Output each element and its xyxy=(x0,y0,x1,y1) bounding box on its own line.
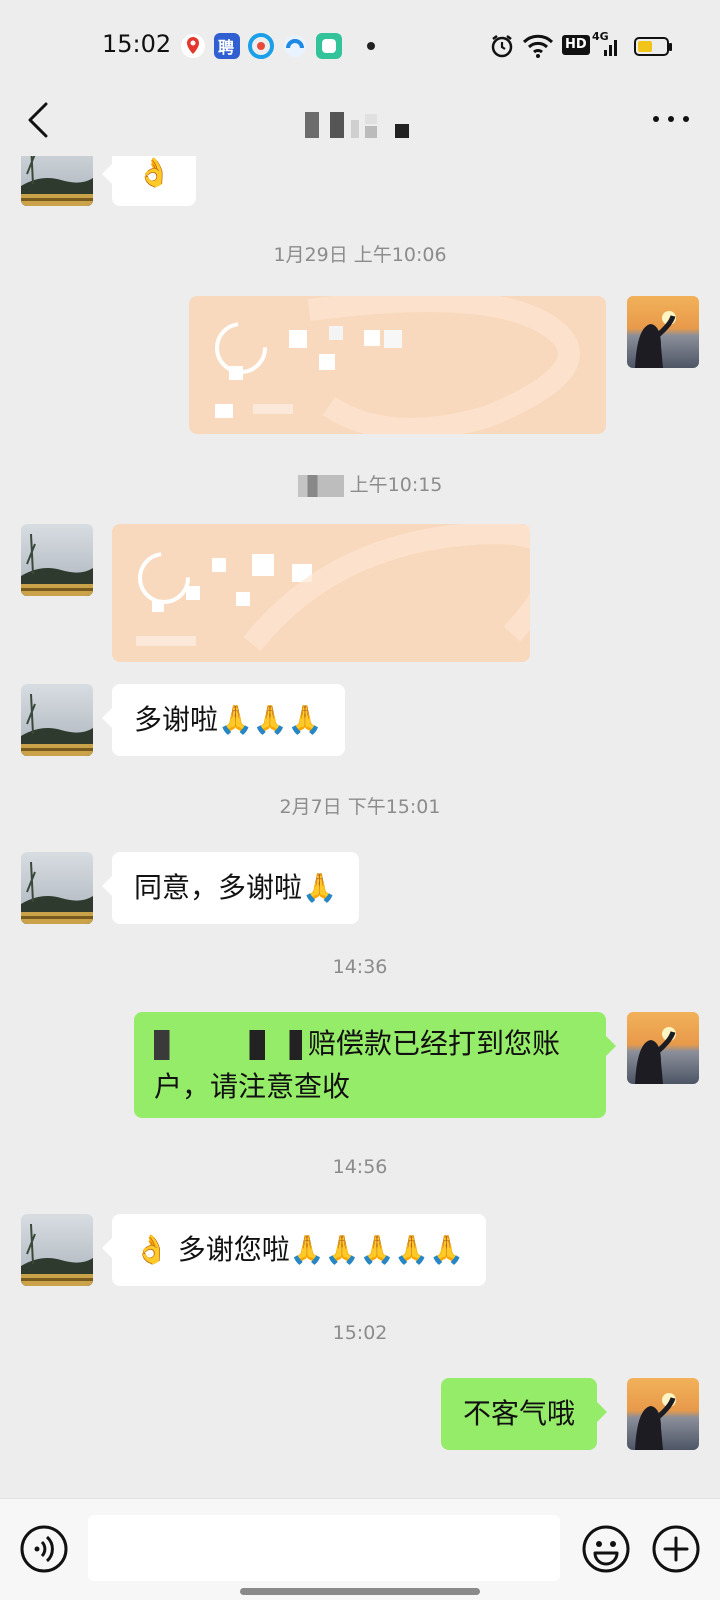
status-time: 15:02 xyxy=(102,30,172,58)
alarm-icon xyxy=(488,32,516,64)
contact-avatar[interactable] xyxy=(21,1214,93,1286)
battery-icon xyxy=(634,36,674,62)
message-text: 👌 多谢您啦🙏🙏🙏🙏🙏 xyxy=(134,1233,465,1266)
redacted-text xyxy=(154,1030,308,1060)
message-text: 不客气哦 xyxy=(463,1397,576,1430)
contact-avatar[interactable] xyxy=(21,156,93,206)
timestamp: 14:56 xyxy=(332,1156,388,1178)
app-icon-3 xyxy=(248,33,274,59)
svg-text:聘: 聘 xyxy=(218,38,234,57)
hd-badge: HD xyxy=(562,35,590,55)
more-button[interactable] xyxy=(648,104,694,134)
network-label: 4G xyxy=(592,30,609,43)
redacted-date xyxy=(277,474,344,497)
message-bubble[interactable]: 不客气哦 xyxy=(441,1378,608,1450)
status-bar: 15:02 聘 HD 4G xyxy=(0,0,720,90)
message-text: 多谢啦🙏🙏🙏 xyxy=(134,703,323,736)
my-avatar[interactable] xyxy=(627,1378,699,1450)
notification-dot xyxy=(367,42,375,50)
message-bubble[interactable]: 同意，多谢啦🙏 xyxy=(102,852,359,924)
chevron-left-icon xyxy=(28,102,48,138)
ellipsis-icon xyxy=(653,116,689,122)
contact-name-redacted xyxy=(305,108,425,142)
contact-avatar[interactable] xyxy=(21,684,93,756)
emoji-icon xyxy=(582,1525,630,1573)
message-bubble[interactable]: 多谢啦🙏🙏🙏 xyxy=(102,684,345,756)
contact-avatar[interactable] xyxy=(21,524,93,596)
timestamp: 1月29日 上午10:06 xyxy=(273,244,447,266)
timestamp: 2月7日 下午15:01 xyxy=(279,796,441,818)
message-text: 同意，多谢啦🙏 xyxy=(134,871,337,904)
timestamp-text: 上午10:15 xyxy=(349,474,443,496)
voice-icon xyxy=(20,1525,68,1573)
message-line: 赔偿款已经打到您账 xyxy=(154,1022,586,1065)
my-avatar[interactable] xyxy=(627,296,699,368)
app-icon-5 xyxy=(316,33,342,59)
timestamp: 15:02 xyxy=(332,1322,388,1344)
chat-area[interactable]: 👌 1月29日 上午10:06 上午10:15 多谢啦🙏🙏🙏 2月7日 下午15… xyxy=(0,156,720,1498)
wifi-icon xyxy=(522,32,554,64)
plus-button[interactable] xyxy=(650,1523,702,1575)
transfer-card[interactable] xyxy=(112,522,565,662)
my-avatar[interactable] xyxy=(627,1012,699,1084)
recruit-app-icon: 聘 xyxy=(214,33,240,59)
timestamp: 上午10:15 xyxy=(0,470,720,497)
message-input[interactable] xyxy=(88,1515,560,1581)
message-bubble[interactable]: 赔偿款已经打到您账 户，请注意查收 xyxy=(134,1012,616,1118)
plus-icon xyxy=(652,1525,700,1573)
message-bubble[interactable]: 👌 多谢您啦🙏🙏🙏🙏🙏 xyxy=(101,1214,487,1286)
transfer-card-graphic xyxy=(215,290,580,440)
map-app-icon xyxy=(180,33,206,59)
timestamp: 14:36 xyxy=(332,956,388,978)
transfer-card[interactable] xyxy=(189,290,606,440)
transfer-card-graphic xyxy=(136,522,565,651)
message-text: 赔偿款已经打到您账 xyxy=(308,1027,561,1060)
app-icon-4 xyxy=(282,33,308,59)
voice-button[interactable] xyxy=(18,1523,70,1575)
message-text: 👌 xyxy=(136,156,172,189)
message-text: 户，请注意查收 xyxy=(154,1070,351,1103)
message-bubble[interactable]: 👌 xyxy=(102,156,196,206)
input-bar xyxy=(0,1498,720,1600)
back-button[interactable] xyxy=(18,98,58,142)
home-indicator[interactable] xyxy=(240,1588,480,1595)
chat-header xyxy=(0,90,720,156)
emoji-button[interactable] xyxy=(580,1523,632,1575)
contact-avatar[interactable] xyxy=(21,852,93,924)
